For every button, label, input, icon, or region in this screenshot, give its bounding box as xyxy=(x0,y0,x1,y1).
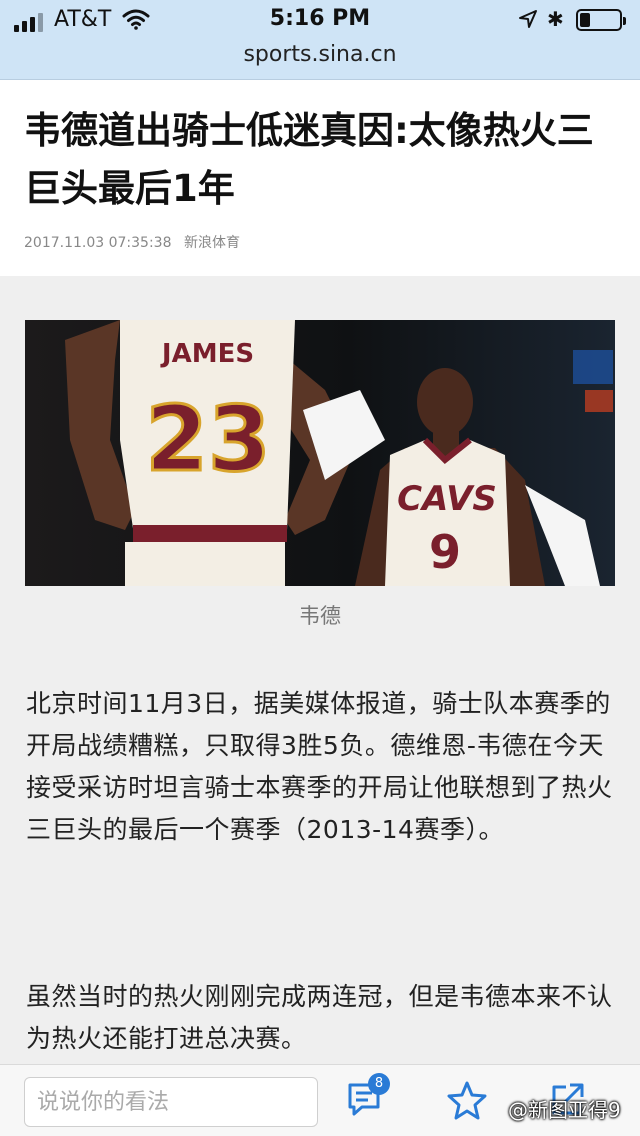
right-jersey-team: CAVS xyxy=(397,479,497,519)
right-jersey-number: 9 xyxy=(429,525,461,579)
bluetooth-icon: ✱ xyxy=(547,7,564,31)
photo-caption: 韦德 xyxy=(299,604,341,628)
star-icon xyxy=(447,1081,487,1120)
battery-fill xyxy=(580,13,590,27)
article-title: 韦德道出骑士低迷真因:太像热火三巨头最后1年 xyxy=(24,109,594,210)
comment-count-badge: 8 xyxy=(368,1073,390,1095)
players-illustration: JAMES 23 CAVS 9 xyxy=(25,320,615,586)
comment-button[interactable]: 8 xyxy=(344,1073,390,1123)
article-date: 2017.11.03 07:35:38 xyxy=(24,235,172,251)
battery-icon xyxy=(576,9,626,31)
favorite-button[interactable] xyxy=(446,1079,490,1123)
article-header: 韦德道出骑士低迷真因:太像热火三巨头最后1年 2017.11.03 07:35:… xyxy=(0,80,640,276)
browser-top-bar: AT&T 5:16 PM ✱ sports.sina.cn xyxy=(0,0,640,80)
status-time: 5:16 PM xyxy=(269,6,371,31)
article-source[interactable]: 新浪体育 xyxy=(184,235,240,251)
article-meta: 2017.11.03 07:35:38 新浪体育 xyxy=(24,232,240,252)
article-photo: JAMES 23 CAVS 9 xyxy=(25,320,615,586)
url-bar[interactable]: sports.sina.cn xyxy=(0,42,640,67)
status-bar: AT&T 5:16 PM ✱ xyxy=(0,0,640,40)
article-paragraph: 虽然当时的热火刚刚完成两连冠，但是韦德本来不认为热火还能打进总决赛。 xyxy=(26,982,613,1053)
left-jersey-number: 23 xyxy=(145,387,270,492)
left-jersey-name: JAMES xyxy=(160,339,254,369)
location-arrow-icon xyxy=(519,10,537,28)
article-paragraph: 北京时间11月3日，据美媒体报道，骑士队本赛季的开局战绩糟糕，只取得3胜5负。德… xyxy=(26,689,613,844)
watermark-text: @新图亚得9 xyxy=(508,1098,621,1122)
comment-input[interactable] xyxy=(24,1077,318,1127)
